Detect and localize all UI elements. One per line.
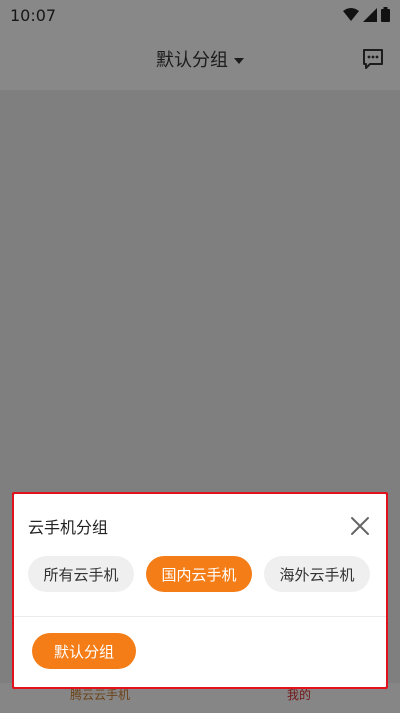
group-sheet: 云手机分组 所有云手机 国内云手机 海外云手机 默认分组	[12, 492, 388, 689]
filter-overseas-phones[interactable]: 海外云手机	[264, 556, 370, 592]
divider	[12, 616, 388, 617]
sheet-title: 云手机分组	[28, 518, 109, 537]
filter-all-phones[interactable]: 所有云手机	[28, 556, 134, 592]
filter-chips: 所有云手机 国内云手机 海外云手机	[28, 556, 370, 592]
default-group-button[interactable]: 默认分组	[32, 633, 136, 669]
close-icon[interactable]	[350, 516, 370, 536]
filter-domestic-phones[interactable]: 国内云手机	[146, 556, 252, 592]
